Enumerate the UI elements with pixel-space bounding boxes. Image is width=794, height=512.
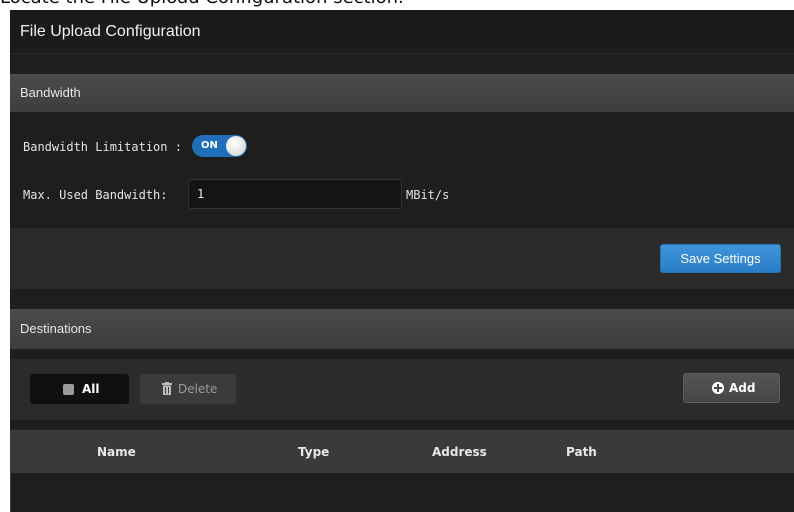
destinations-section-header: Destinations: [10, 309, 794, 349]
destinations-table-header: Name Type Address Path: [10, 430, 794, 473]
destinations-toolbar: All Delete Add: [10, 359, 794, 420]
delete-button[interactable]: Delete: [140, 374, 236, 404]
column-header-address[interactable]: Address: [432, 445, 487, 459]
panel-title: File Upload Configuration: [10, 10, 794, 54]
max-bandwidth-label: Max. Used Bandwidth:: [23, 188, 168, 202]
plus-circle-icon: [712, 382, 724, 394]
table-left-border: [10, 472, 11, 512]
toggle-state-label: ON: [201, 140, 218, 151]
destinations-table-body: [10, 473, 794, 512]
save-settings-bar: Save Settings: [10, 228, 794, 289]
add-destination-button[interactable]: Add: [683, 373, 780, 403]
bandwidth-limitation-toggle[interactable]: ON: [192, 135, 247, 157]
file-upload-configuration-panel: File Upload Configuration Bandwidth Band…: [10, 10, 794, 512]
select-all-button[interactable]: All: [30, 374, 129, 404]
bandwidth-unit-label: MBit/s: [406, 188, 450, 202]
bandwidth-limitation-label: Bandwidth Limitation :: [23, 140, 182, 154]
column-header-path[interactable]: Path: [566, 445, 597, 459]
column-header-name[interactable]: Name: [97, 445, 136, 459]
select-all-label: All: [82, 382, 100, 396]
instruction-caption: Locate the File Upload Configuration sec…: [0, 0, 404, 8]
column-header-type[interactable]: Type: [298, 445, 329, 459]
bandwidth-section-header: Bandwidth: [10, 74, 794, 112]
bandwidth-form: Bandwidth Limitation : ON Max. Used Band…: [10, 112, 794, 227]
add-label: Add: [729, 381, 756, 395]
trash-icon: [162, 382, 172, 395]
checkbox-icon[interactable]: [63, 384, 74, 395]
toggle-knob: [226, 136, 246, 156]
save-settings-button[interactable]: Save Settings: [660, 244, 781, 273]
delete-label: Delete: [178, 382, 218, 396]
max-bandwidth-input[interactable]: 1: [188, 179, 402, 209]
